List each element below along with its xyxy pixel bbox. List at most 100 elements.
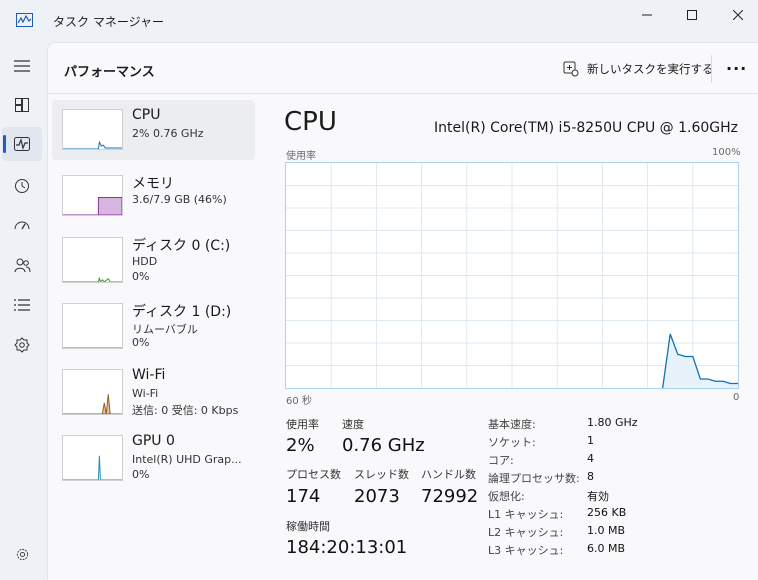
device-disk-1[interactable]: ディスク 1 (D:) リムーバブル 0%: [52, 294, 255, 354]
memory-thumbnail-graph: [62, 175, 123, 216]
device-memory[interactable]: メモリ 3.6/7.9 GB (46%): [52, 166, 255, 226]
device-usage: 0%: [132, 468, 150, 481]
cpu-model: Intel(R) Core(TM) i5-8250U CPU @ 1.60GHz: [434, 120, 738, 136]
device-type: リムーバブル: [132, 323, 198, 336]
device-throughput: 送信: 0 受信: 0 Kbps: [132, 404, 239, 417]
uptime-label: 稼働時間: [286, 520, 330, 533]
usage-value: 2%: [286, 435, 315, 456]
speed-value: 0.76 GHz: [342, 435, 425, 456]
spec-key: コア:: [488, 454, 514, 467]
wifi-thumbnail-graph: [62, 369, 123, 415]
thumbnail-line: [63, 394, 122, 414]
run-new-task-label: 新しいタスクを実行する: [587, 62, 714, 76]
device-usage: 0%: [132, 336, 150, 349]
speed-label: 速度: [342, 418, 364, 431]
device-type: HDD: [132, 255, 158, 268]
spec-key: L3 キャッシュ:: [488, 544, 564, 557]
device-gpu-0[interactable]: GPU 0 Intel(R) UHD Grap... 0%: [52, 426, 255, 486]
maximize-button[interactable]: [669, 0, 715, 30]
close-button[interactable]: [715, 0, 758, 30]
graph-y-label: 使用率: [286, 151, 316, 162]
task-manager-icon: [16, 13, 33, 27]
services-icon: [14, 337, 30, 353]
device-disk-0[interactable]: ディスク 0 (C:) HDD 0%: [52, 228, 255, 288]
graph-y-max: 100%: [712, 147, 741, 158]
device-name: ディスク 1 (D:): [132, 304, 232, 320]
spec-key: L1 キャッシュ:: [488, 508, 564, 521]
toolbar-divider: [711, 55, 712, 83]
nav-services[interactable]: [2, 328, 42, 362]
run-new-task-button[interactable]: 新しいタスクを実行する: [563, 57, 714, 81]
users-icon: [14, 258, 30, 272]
device-name: Wi-Fi: [132, 367, 166, 383]
device-detail: 2% 0.76 GHz: [132, 127, 204, 140]
handles-value: 72992: [421, 486, 479, 507]
spec-value: 1.0 MB: [587, 524, 626, 537]
close-icon: [733, 10, 743, 20]
device-cpu[interactable]: CPU 2% 0.76 GHz: [52, 100, 255, 160]
device-name: CPU: [132, 107, 161, 123]
more-options-button[interactable]: ···: [726, 59, 747, 78]
nav-settings[interactable]: [2, 537, 42, 571]
details-icon: [14, 299, 30, 311]
cpu-usage-graph: [285, 162, 739, 389]
nav-app-history[interactable]: [2, 169, 42, 203]
spec-key: ソケット:: [488, 436, 536, 449]
spec-value: 4: [587, 452, 594, 465]
device-type: Wi-Fi: [132, 387, 159, 400]
processes-label: プロセス数: [286, 468, 341, 481]
nav-processes[interactable]: [2, 88, 42, 122]
thumbnail-line: [63, 277, 122, 282]
maximize-icon: [687, 10, 697, 20]
disk0-thumbnail-graph: [62, 237, 123, 283]
gpu-thumbnail-graph: [62, 435, 123, 481]
spec-value: 有効: [587, 490, 609, 503]
usage-label: 使用率: [286, 418, 319, 431]
device-name: メモリ: [132, 176, 174, 192]
uptime-value: 184:20:13:01: [286, 537, 408, 558]
threads-value: 2073: [354, 486, 400, 507]
active-indicator: [3, 135, 6, 153]
threads-label: スレッド数: [354, 468, 409, 481]
spec-value: 1: [587, 434, 594, 447]
device-name: ディスク 0 (C:): [132, 238, 231, 254]
cpu-thumbnail-graph: [62, 109, 123, 150]
processes-value: 174: [286, 486, 321, 507]
minimize-button[interactable]: [624, 0, 670, 30]
device-usage: 0%: [132, 270, 150, 283]
spec-value: 256 KB: [587, 506, 627, 519]
app-history-icon: [15, 179, 29, 193]
spec-value: 1.80 GHz: [587, 416, 638, 429]
detail-title: CPU: [284, 107, 337, 137]
spec-key: L2 キャッシュ:: [488, 526, 564, 539]
main-pane: パフォーマンス 新しいタスクを実行する ··· CPU 2% 0.76 GHz …: [47, 42, 758, 580]
nav-startup[interactable]: [2, 209, 42, 243]
menu-button[interactable]: [2, 49, 42, 83]
startup-icon: [14, 221, 30, 230]
graph-x-start: 60 秒: [286, 396, 312, 407]
graph-x-end: 0: [733, 392, 740, 403]
spec-value: 6.0 MB: [587, 542, 626, 555]
nav-details[interactable]: [2, 288, 42, 322]
thumbnail-line: [63, 140, 122, 149]
nav-performance[interactable]: [2, 127, 42, 161]
minimize-icon: [642, 14, 652, 16]
spec-key: 論理プロセッサ数:: [488, 472, 580, 485]
settings-icon: [16, 548, 28, 560]
device-wifi[interactable]: Wi-Fi Wi-Fi 送信: 0 受信: 0 Kbps: [52, 360, 255, 420]
menu-icon: [14, 60, 30, 72]
disk1-thumbnail-graph: [62, 303, 123, 349]
new-task-icon: [563, 61, 579, 77]
handles-label: ハンドル数: [421, 468, 476, 481]
processes-icon: [15, 98, 29, 112]
nav-users[interactable]: [2, 248, 42, 282]
device-name: GPU 0: [132, 433, 175, 449]
spec-key: 仮想化:: [488, 490, 525, 503]
spec-key: 基本速度:: [488, 418, 536, 431]
header-divider: [48, 93, 758, 94]
thumbnail-line: [63, 455, 122, 480]
page-title: パフォーマンス: [64, 65, 155, 80]
performance-icon: [14, 137, 30, 151]
device-type: Intel(R) UHD Grap...: [132, 453, 242, 466]
spec-value: 8: [587, 470, 594, 483]
